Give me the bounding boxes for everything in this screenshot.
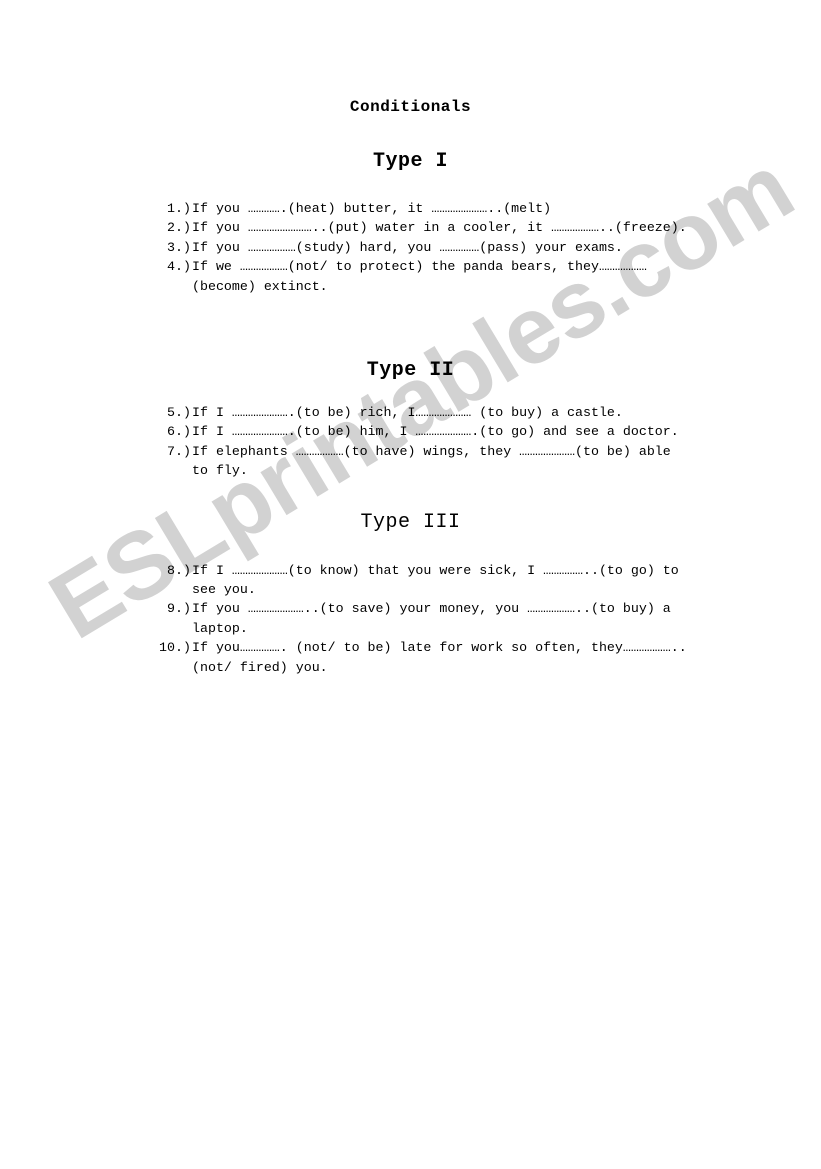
item-number: 2.)	[167, 220, 191, 236]
list-item: 7.) If elephants ………………(to have) wings, …	[167, 442, 691, 481]
item-number: 1.)	[167, 201, 191, 216]
item-number: 10.)	[159, 640, 191, 656]
item-number: 7.)	[167, 443, 191, 459]
item-text: If I ………………….(to be) rich, I………………… (to …	[192, 405, 623, 421]
item-number: 3.)	[167, 239, 191, 255]
exercise-list-type-1: 1.) If you ………….(heat) butter, it …………………	[0, 174, 821, 296]
item-text: If you ……………………..(put) water in a cooler…	[192, 220, 687, 236]
item-text: If elephants ………………(to have) wings, they…	[192, 443, 671, 479]
section-heading-type-3: Type III	[360, 510, 461, 534]
exercise-list-type-3: 8.) If I …………………(to know) that you were …	[0, 535, 821, 677]
list-item: 5.) If I ………………….(to be) rich, I………………… …	[167, 403, 691, 422]
list-item: 4.) If we ………………(not/ to protect) the pa…	[167, 257, 691, 296]
list-item: 2.) If you ……………………..(put) water in a co…	[167, 218, 691, 237]
list-item: 10.) If you……………. (not/ to be) late for …	[159, 638, 691, 677]
worksheet-content: Conditionals Type I 1.) If you ………….(hea…	[0, 0, 821, 677]
list-item: 9.) If you …………………..(to save) your money…	[167, 599, 691, 638]
item-text: If we ………………(not/ to protect) the panda …	[192, 259, 647, 294]
item-text: If you……………. (not/ to be) late for work …	[192, 640, 687, 675]
list-item: 6.) If I ………………….(to be) him, I ………………….…	[167, 422, 691, 441]
item-text: If you ………….(heat) butter, it …………………..(…	[192, 201, 552, 216]
exercise-list-type-2: 5.) If I ………………….(to be) rich, I………………… …	[0, 383, 821, 481]
section-heading-type-1: Type I	[372, 150, 448, 173]
item-number: 5.)	[167, 405, 191, 421]
item-text: If I …………………(to know) that you were sick…	[192, 562, 679, 598]
item-text: If I ………………….(to be) him, I ………………….(to …	[192, 424, 679, 440]
list-item: 8.) If I …………………(to know) that you were …	[167, 561, 691, 600]
item-number: 9.)	[167, 601, 191, 617]
worksheet-page: ESLprintables.com Conditionals Type I 1.…	[0, 0, 821, 1169]
list-item: 3.) If you ………………(study) hard, you ………………	[167, 238, 691, 257]
item-number: 8.)	[167, 562, 191, 578]
item-text: If you ………………(study) hard, you ……………(pas…	[192, 239, 623, 255]
list-item: 1.) If you ………….(heat) butter, it …………………	[167, 199, 691, 218]
item-text: If you …………………..(to save) your money, yo…	[192, 601, 671, 636]
section-heading-type-2: Type II	[366, 359, 455, 383]
item-number: 4.)	[167, 259, 191, 275]
item-number: 6.)	[167, 424, 191, 440]
page-title: Conditionals	[349, 98, 472, 116]
